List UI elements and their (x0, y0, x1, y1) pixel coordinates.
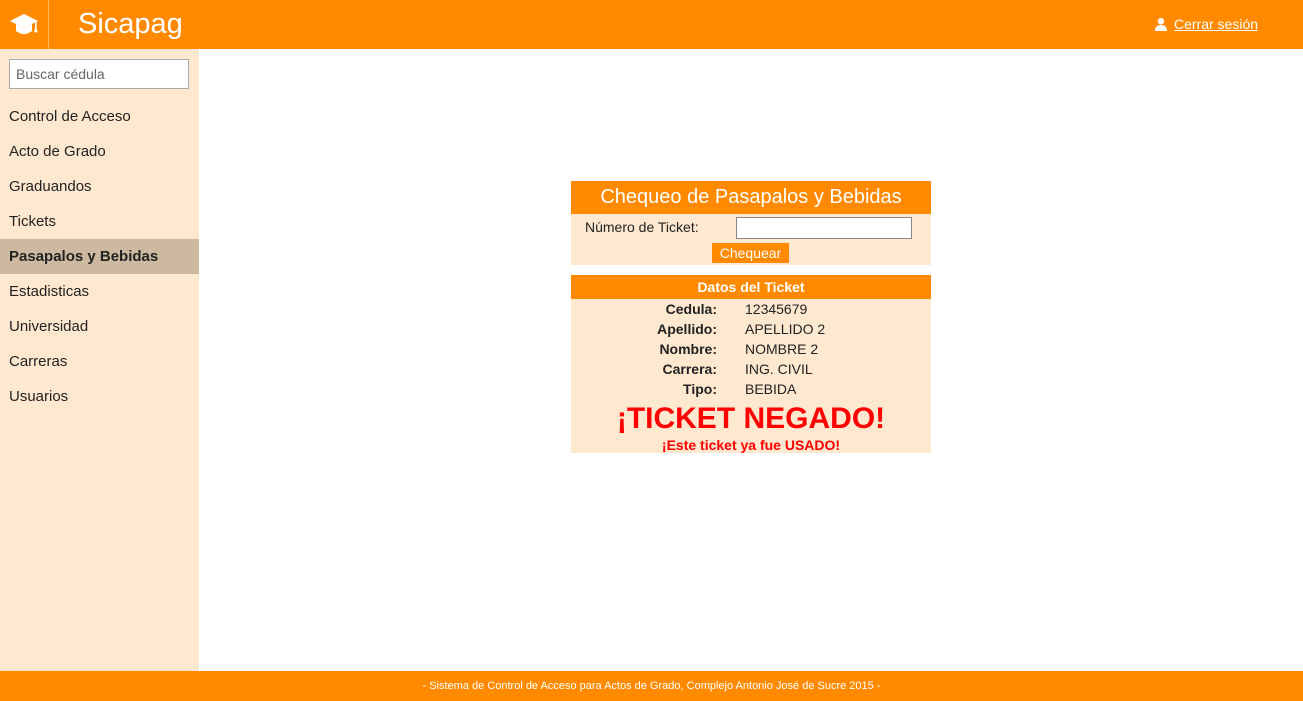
sidebar-item-graduandos[interactable]: Graduandos (0, 169, 199, 204)
footer: - Sistema de Control de Acceso para Acto… (0, 671, 1303, 701)
nombre-value: NOMBRE 2 (745, 341, 819, 357)
check-panel: Chequeo de Pasapalos y Bebidas Número de… (571, 181, 931, 265)
ticket-data-row: Apellido: APELLIDO 2 (571, 319, 931, 339)
ticket-data-row: Carrera: ING. CIVIL (571, 359, 931, 379)
ticket-data-rows: Cedula: 12345679 Apellido: APELLIDO 2 No… (571, 299, 931, 399)
check-button[interactable]: Chequear (712, 243, 789, 263)
sidebar-item-pasapalos-bebidas[interactable]: Pasapalos y Bebidas (0, 239, 199, 274)
cedula-label: Cedula: (665, 301, 717, 317)
ticket-data-row: Nombre: NOMBRE 2 (571, 339, 931, 359)
check-panel-title: Chequeo de Pasapalos y Bebidas (571, 181, 931, 214)
cedula-value: 12345679 (745, 301, 808, 317)
sidebar-item-carreras[interactable]: Carreras (0, 344, 199, 379)
carrera-label: Carrera: (662, 361, 717, 377)
logo[interactable] (0, 0, 49, 49)
nombre-label: Nombre: (659, 341, 717, 357)
tipo-label: Tipo: (683, 381, 717, 397)
carrera-value: ING. CIVIL (745, 361, 813, 377)
top-navbar: Sicapag Cerrar sesión (0, 0, 1303, 49)
ticket-denied-detail: ¡Este ticket ya fue USADO! (661, 437, 841, 453)
ticket-denied-status: ¡TICKET NEGADO! (616, 402, 886, 435)
apellido-value: APELLIDO 2 (745, 321, 826, 337)
apellido-label: Apellido: (657, 321, 717, 337)
sidebar-item-universidad[interactable]: Universidad (0, 309, 199, 344)
sidebar-item-control-acceso[interactable]: Control de Acceso (0, 99, 199, 134)
sidebar-item-estadisticas[interactable]: Estadisticas (0, 274, 199, 309)
sidebar-nav: Control de Acceso Acto de Grado Graduand… (0, 99, 199, 414)
logout-label[interactable]: Cerrar sesión (1174, 16, 1258, 32)
graduation-cap-icon (10, 13, 38, 34)
sidebar-item-tickets[interactable]: Tickets (0, 204, 199, 239)
ticket-data-title: Datos del Ticket (571, 275, 931, 299)
sidebar-item-usuarios[interactable]: Usuarios (0, 379, 199, 414)
ticket-data-row: Cedula: 12345679 (571, 299, 931, 319)
tipo-value: BEBIDA (745, 381, 797, 397)
search-cedula-input[interactable] (9, 59, 189, 89)
user-icon (1155, 18, 1167, 31)
sidebar-item-acto-grado[interactable]: Acto de Grado (0, 134, 199, 169)
ticket-data-row: Tipo: BEBIDA (571, 379, 931, 399)
ticket-number-label: Número de Ticket: (585, 219, 699, 235)
sidebar: Control de Acceso Acto de Grado Graduand… (0, 49, 199, 671)
ticket-number-input[interactable] (736, 217, 912, 239)
ticket-number-row: Número de Ticket: (571, 214, 931, 242)
brand-title[interactable]: Sicapag (78, 6, 183, 42)
ticket-data-panel: Datos del Ticket Cedula: 12345679 Apelli… (571, 275, 931, 453)
logout-link[interactable]: Cerrar sesión (1154, 16, 1258, 32)
